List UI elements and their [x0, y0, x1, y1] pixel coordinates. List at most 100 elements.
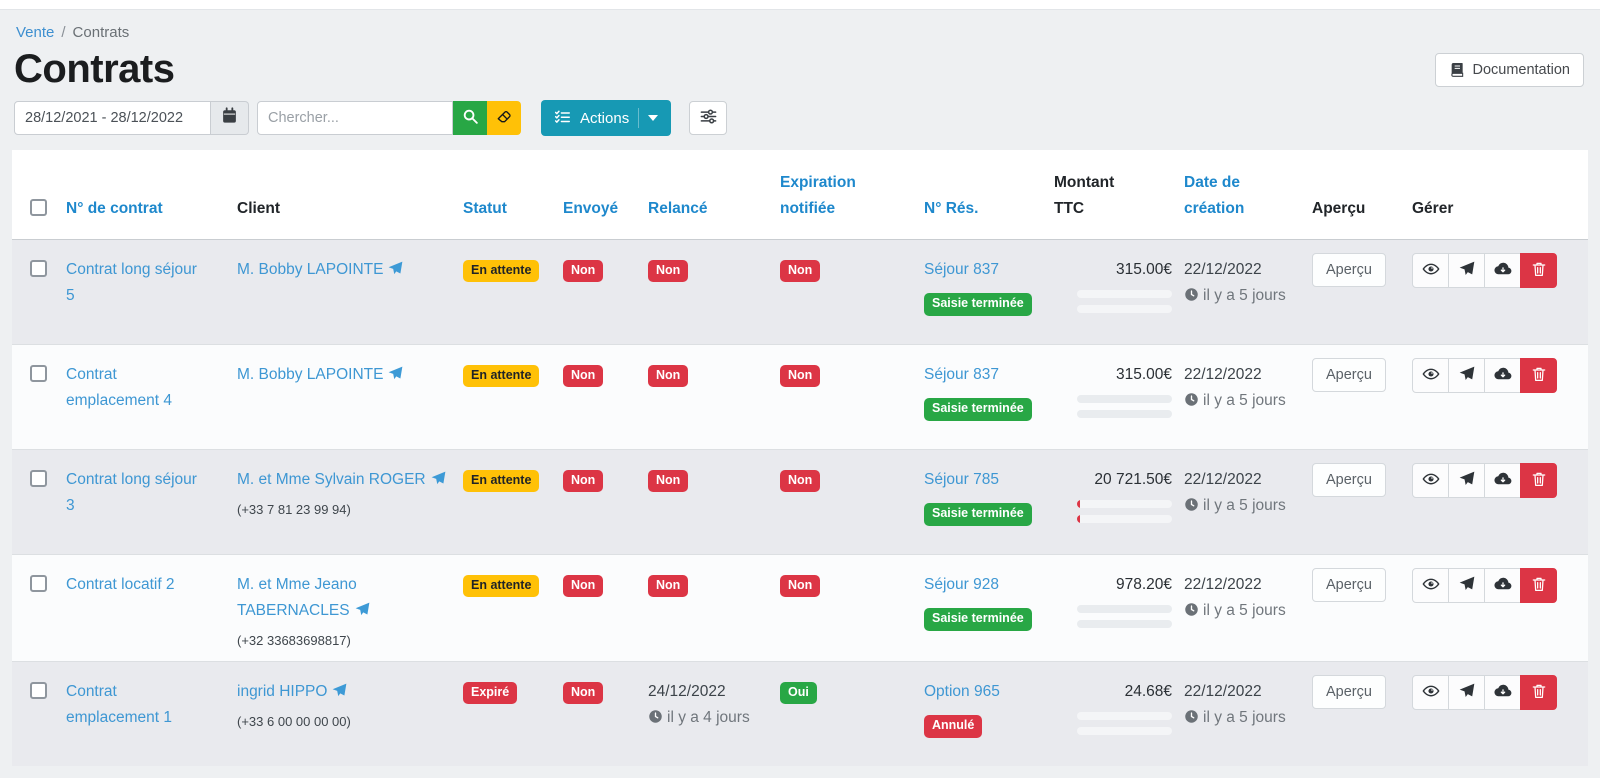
row-checkbox[interactable]	[30, 682, 47, 699]
clear-search-button[interactable]	[487, 101, 521, 135]
view-button[interactable]	[1412, 253, 1449, 288]
client-link[interactable]: ingrid HIPPO	[237, 683, 347, 700]
column-header-label[interactable]: Expiration notifiée	[780, 170, 872, 223]
column-header[interactable]: Envoyé	[563, 150, 648, 239]
breadcrumb: Vente/Contrats	[0, 10, 1600, 41]
column-header[interactable]: N° de contrat	[66, 150, 237, 239]
row-checkbox[interactable]	[30, 365, 47, 382]
view-button[interactable]	[1412, 358, 1449, 393]
amount-value: 20 721.50€	[1054, 467, 1172, 493]
column-header[interactable]: Relancé	[648, 150, 780, 239]
select-all-checkbox[interactable]	[30, 199, 47, 216]
contract-link[interactable]: Contrat emplacement 4	[66, 366, 172, 409]
column-header[interactable]: Expiration notifiée	[780, 150, 924, 239]
delete-button[interactable]	[1520, 358, 1557, 393]
client-link[interactable]: M. Bobby LAPOINTE	[237, 366, 403, 383]
actions-button[interactable]: Actions	[541, 100, 671, 136]
column-header-label[interactable]: N° de contrat	[66, 196, 163, 222]
reservation-link[interactable]: Séjour 837	[924, 366, 999, 383]
table-row: Contrat locatif 2 M. et Mme Jeano TABERNA…	[12, 554, 1588, 661]
expiration-badge: Oui	[780, 682, 817, 705]
table-header-row: N° de contratClientStatutEnvoyéRelancéEx…	[12, 150, 1588, 239]
creation-date: 22/12/2022	[1184, 679, 1302, 705]
delete-button[interactable]	[1520, 675, 1557, 710]
chevron-down-icon	[648, 115, 658, 121]
reservation-link[interactable]: Séjour 928	[924, 576, 999, 593]
download-button[interactable]	[1484, 358, 1521, 393]
status-badge: En attente	[463, 260, 539, 283]
reservation-link[interactable]: Séjour 837	[924, 261, 999, 278]
reservation-link[interactable]: Option 965	[924, 683, 1000, 700]
trash-icon	[1531, 683, 1547, 702]
send-button[interactable]	[1448, 568, 1485, 603]
search-icon	[462, 108, 479, 128]
expiration-badge: Non	[780, 365, 820, 388]
calendar-button[interactable]	[211, 101, 249, 135]
status-badge: Expiré	[463, 682, 517, 705]
row-checkbox[interactable]	[30, 575, 47, 592]
send-icon	[355, 604, 370, 621]
delete-button[interactable]	[1520, 463, 1557, 498]
view-button[interactable]	[1412, 675, 1449, 710]
row-checkbox[interactable]	[30, 470, 47, 487]
column-header[interactable]: Statut	[463, 150, 563, 239]
reservation-link[interactable]: Séjour 785	[924, 471, 999, 488]
search-input[interactable]	[257, 101, 453, 135]
client-link[interactable]: M. Bobby LAPOINTE	[237, 261, 403, 278]
send-button[interactable]	[1448, 675, 1485, 710]
column-settings-button[interactable]	[689, 101, 727, 135]
breadcrumb-separator: /	[61, 24, 65, 41]
view-button[interactable]	[1412, 463, 1449, 498]
view-button[interactable]	[1412, 568, 1449, 603]
expiration-badge: Non	[780, 470, 820, 493]
delete-button[interactable]	[1520, 253, 1557, 288]
contract-link[interactable]: Contrat long séjour 3	[66, 471, 197, 514]
download-button[interactable]	[1484, 568, 1521, 603]
status-badge: En attente	[463, 575, 539, 598]
documentation-button[interactable]: Documentation	[1435, 53, 1584, 87]
breadcrumb-parent-link[interactable]: Vente	[16, 24, 54, 41]
eye-icon	[1422, 470, 1440, 491]
send-button[interactable]	[1448, 358, 1485, 393]
payment-progress-bar	[1077, 305, 1172, 313]
search-button[interactable]	[453, 101, 487, 135]
creation-ago: il y a 5 jours	[1184, 493, 1302, 519]
client-link[interactable]: M. et Mme Jeano TABERNACLES	[237, 576, 370, 619]
send-icon	[1459, 576, 1475, 595]
clock-icon	[1184, 287, 1199, 302]
clock-icon	[648, 709, 663, 724]
column-header[interactable]: N° Rés.	[924, 150, 1054, 239]
download-button[interactable]	[1484, 253, 1521, 288]
creation-date: 22/12/2022	[1184, 362, 1302, 388]
clock-icon	[1184, 709, 1199, 724]
column-header-label[interactable]: Date de création	[1184, 170, 1248, 223]
contract-link[interactable]: Contrat emplacement 1	[66, 683, 172, 726]
send-button[interactable]	[1448, 463, 1485, 498]
sent-badge: Non	[563, 682, 603, 705]
apercu-button[interactable]: Aperçu	[1312, 358, 1386, 392]
column-header-label[interactable]: Statut	[463, 196, 507, 222]
creation-ago: il y a 5 jours	[1184, 705, 1302, 731]
cloud-download-icon	[1494, 260, 1512, 281]
contract-link[interactable]: Contrat locatif 2	[66, 576, 175, 593]
download-button[interactable]	[1484, 675, 1521, 710]
contract-link[interactable]: Contrat long séjour 5	[66, 261, 197, 304]
client-link[interactable]: M. et Mme Sylvain ROGER	[237, 471, 446, 488]
column-header-label[interactable]: Relancé	[648, 196, 707, 222]
column-header-label[interactable]: N° Rés.	[924, 196, 978, 222]
download-button[interactable]	[1484, 463, 1521, 498]
column-header-label[interactable]: Envoyé	[563, 196, 618, 222]
send-button[interactable]	[1448, 253, 1485, 288]
send-icon	[1459, 471, 1475, 490]
apercu-button[interactable]: Aperçu	[1312, 675, 1386, 709]
row-checkbox[interactable]	[30, 260, 47, 277]
column-header[interactable]: Date de création	[1184, 150, 1312, 239]
apercu-button[interactable]: Aperçu	[1312, 568, 1386, 602]
expiration-badge: Non	[780, 260, 820, 283]
clock-icon	[1184, 602, 1199, 617]
delete-button[interactable]	[1520, 568, 1557, 603]
apercu-button[interactable]: Aperçu	[1312, 253, 1386, 287]
date-range-input[interactable]	[14, 101, 211, 135]
apercu-button[interactable]: Aperçu	[1312, 463, 1386, 497]
sent-badge: Non	[563, 575, 603, 598]
